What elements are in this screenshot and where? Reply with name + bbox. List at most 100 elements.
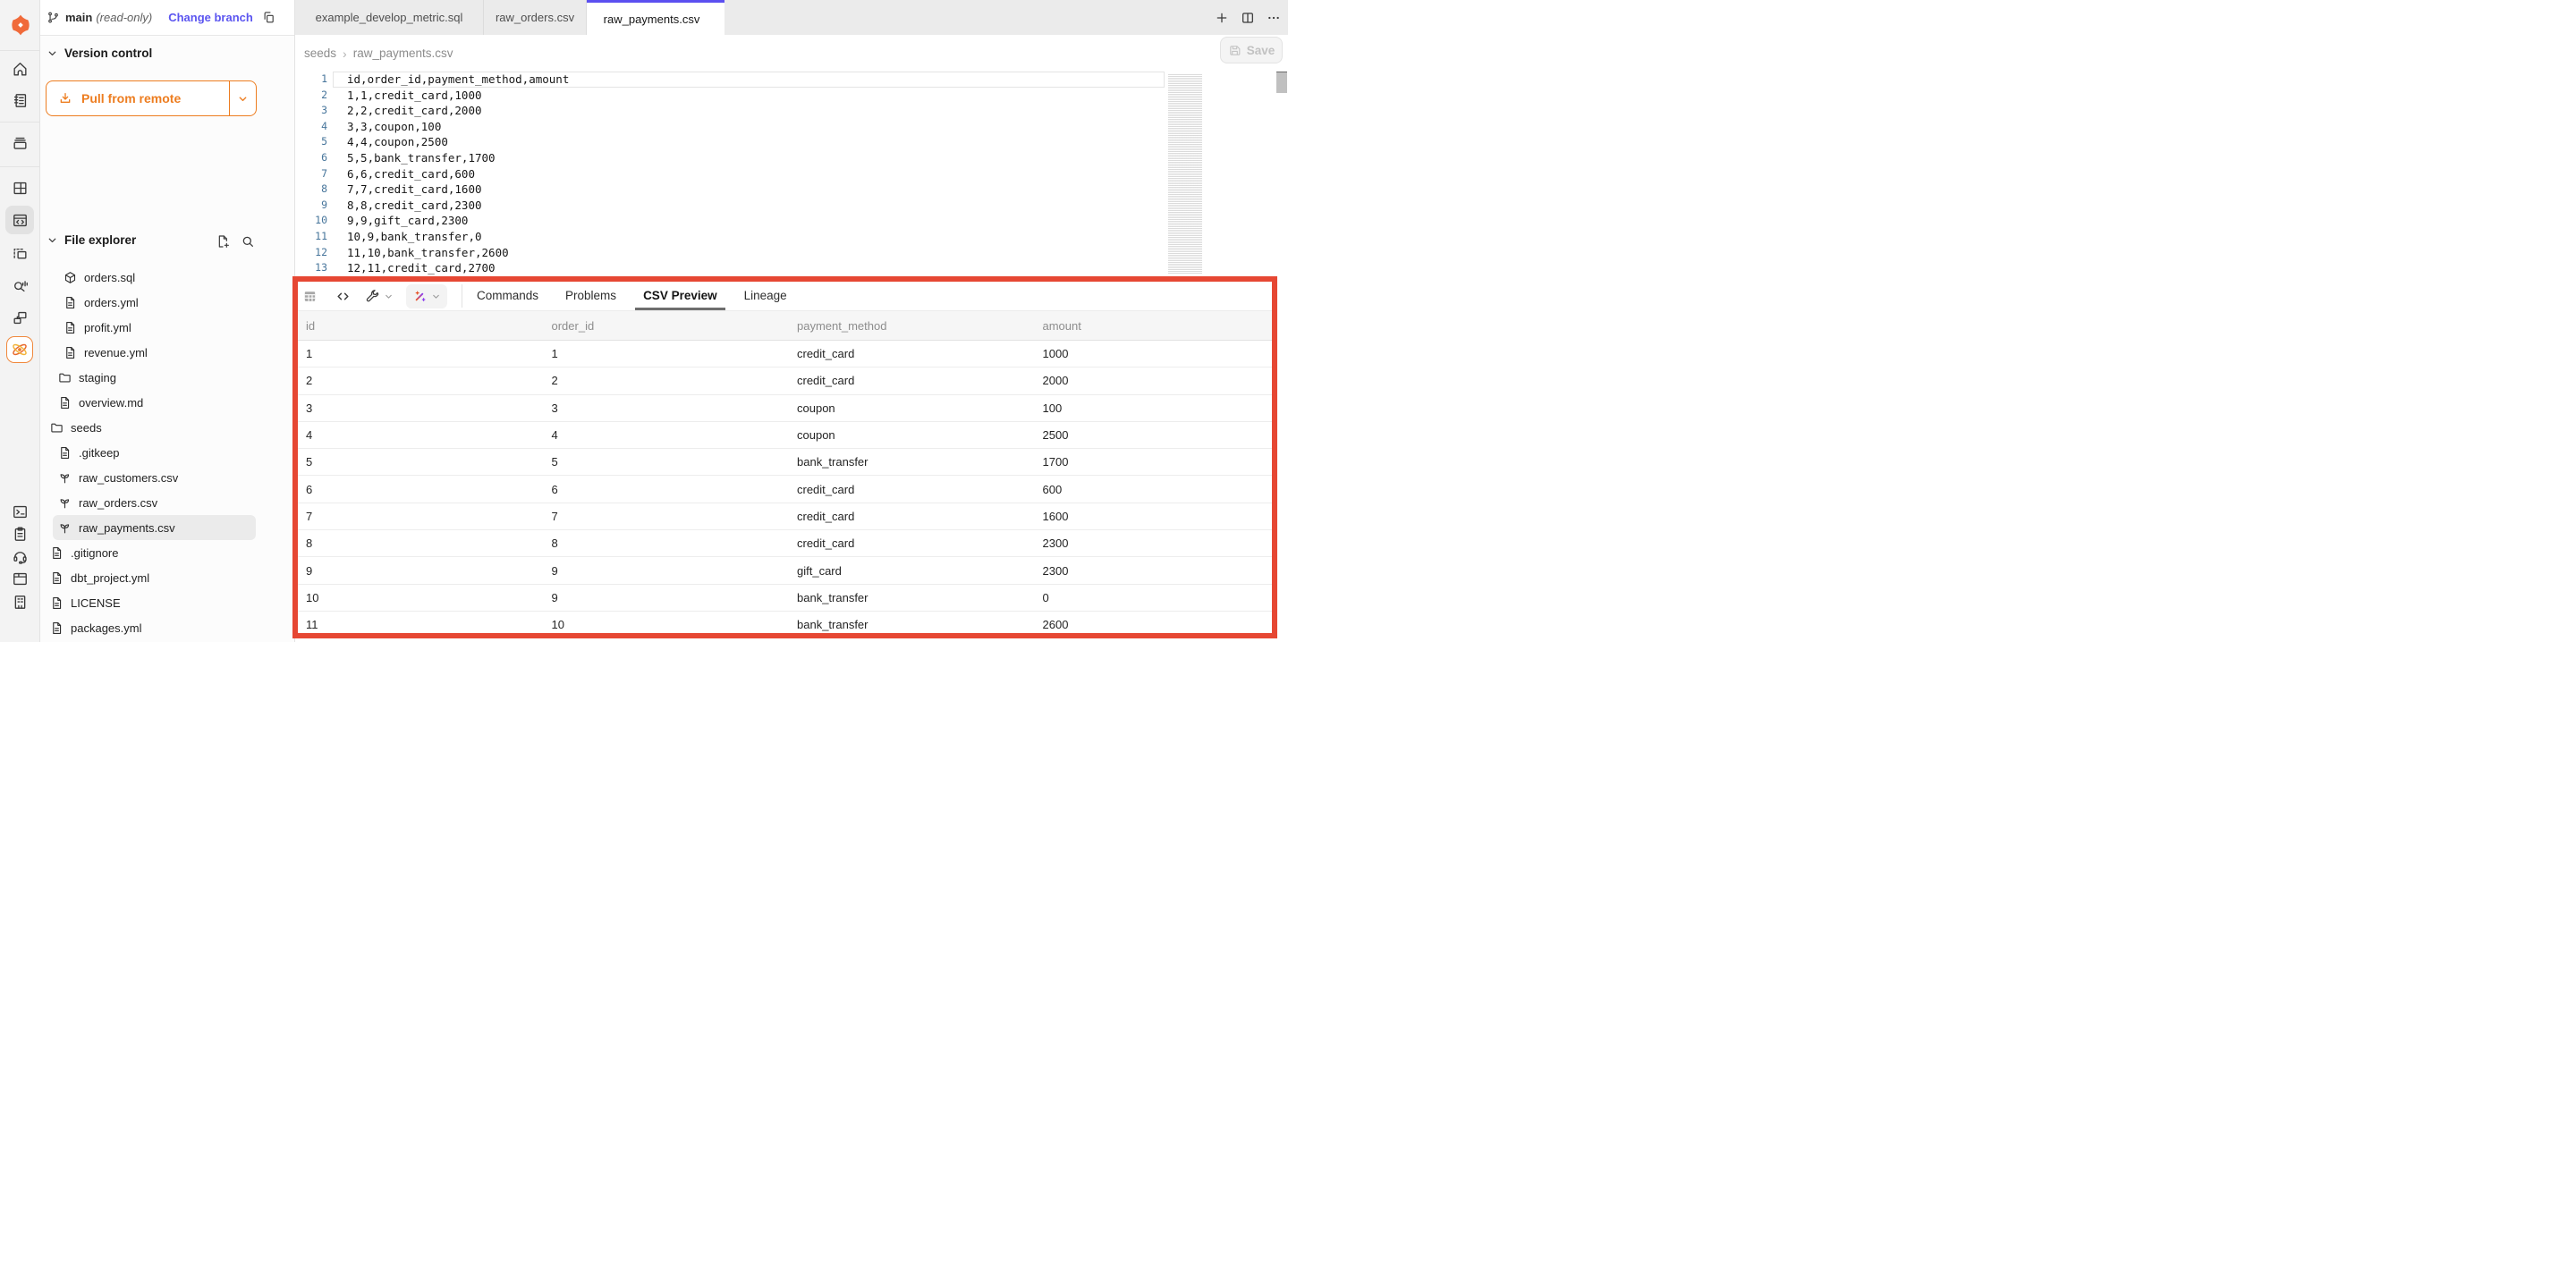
code-line[interactable]: 11 10,9,bank_transfer,0 bbox=[295, 229, 1288, 245]
cell-order-id: 9 bbox=[541, 564, 787, 578]
panel-tab-lineage[interactable]: Lineage bbox=[744, 282, 787, 310]
panel-tab-commands[interactable]: Commands bbox=[477, 282, 538, 310]
code-line[interactable]: 5 4,4,coupon,2500 bbox=[295, 134, 1288, 150]
scrollbar-thumb[interactable] bbox=[1276, 72, 1287, 93]
pull-from-remote-button[interactable]: Pull from remote bbox=[46, 80, 257, 116]
cell-order-id: 7 bbox=[541, 510, 787, 523]
version-control-header[interactable]: Version control bbox=[47, 46, 152, 60]
rail-organization-icon[interactable] bbox=[5, 587, 34, 616]
table-row[interactable]: 4 4 coupon 2500 bbox=[295, 422, 1277, 449]
code-line[interactable]: 9 8,8,credit_card,2300 bbox=[295, 198, 1288, 214]
table-row[interactable]: 6 6 credit_card 600 bbox=[295, 476, 1277, 503]
table-row[interactable]: 3 3 coupon 100 bbox=[295, 395, 1277, 422]
file-row[interactable]: LICENSE bbox=[40, 590, 295, 615]
editor-scrollbar[interactable] bbox=[1276, 72, 1287, 93]
panel-tab-csv-preview[interactable]: CSV Preview bbox=[643, 282, 717, 310]
column-header-id[interactable]: id bbox=[295, 319, 541, 333]
table-row[interactable]: 8 8 credit_card 2300 bbox=[295, 530, 1277, 557]
build-tools-button[interactable] bbox=[365, 289, 394, 304]
panel-tab-problems[interactable]: Problems bbox=[565, 282, 616, 310]
file-row[interactable]: raw_customers.csv bbox=[40, 465, 295, 490]
rail-frame-select-icon[interactable] bbox=[5, 239, 34, 267]
document-icon bbox=[64, 321, 77, 334]
compiled-code-icon[interactable] bbox=[335, 289, 351, 304]
split-editor-icon[interactable] bbox=[1241, 11, 1255, 25]
file-row[interactable]: orders.yml bbox=[40, 290, 295, 315]
column-header-order-id[interactable]: order_id bbox=[541, 319, 787, 333]
file-row[interactable]: raw_orders.csv bbox=[40, 490, 295, 515]
table-row[interactable]: 5 5 bank_transfer 1700 bbox=[295, 449, 1277, 476]
file-row[interactable]: packages.yml bbox=[40, 615, 295, 640]
table-row[interactable]: 1 1 credit_card 1000 bbox=[295, 341, 1277, 367]
rail-code-editor-icon[interactable] bbox=[5, 206, 34, 234]
version-control-title: Version control bbox=[64, 46, 152, 60]
document-icon bbox=[58, 396, 72, 410]
dbt-logo[interactable] bbox=[0, 0, 40, 51]
file-row[interactable]: .gitignore bbox=[40, 540, 295, 565]
csv-preview-table[interactable]: 1 1 credit_card 1000 2 2 credit_card 200… bbox=[295, 341, 1277, 642]
rail-notebook-icon[interactable] bbox=[5, 86, 34, 114]
new-tab-icon[interactable] bbox=[1215, 11, 1229, 25]
file-row[interactable]: seeds bbox=[40, 415, 295, 440]
minimap[interactable] bbox=[1168, 74, 1202, 275]
tab-raw-payments-active[interactable]: raw_payments.csv bbox=[587, 0, 724, 35]
code-line[interactable]: 6 5,5,bank_transfer,1700 bbox=[295, 150, 1288, 166]
code-line[interactable]: 12 11,10,bank_transfer,2600 bbox=[295, 245, 1288, 261]
line-number: 7 bbox=[295, 166, 327, 182]
cell-id: 3 bbox=[295, 401, 541, 415]
table-row[interactable]: 7 7 credit_card 1600 bbox=[295, 503, 1277, 530]
rail-home-icon[interactable] bbox=[5, 55, 34, 83]
code-line[interactable]: 1 id,order_id,payment_method,amount bbox=[295, 72, 1288, 88]
line-text: 2,2,credit_card,2000 bbox=[327, 103, 482, 119]
results-table-icon[interactable] bbox=[302, 289, 318, 304]
file-row[interactable]: overview.md bbox=[40, 390, 295, 415]
line-number: 9 bbox=[295, 198, 327, 214]
search-icon[interactable] bbox=[241, 234, 255, 249]
table-row[interactable]: 10 9 bank_transfer 0 bbox=[295, 585, 1277, 612]
new-file-icon[interactable] bbox=[216, 234, 230, 249]
tab-example-develop-metric[interactable]: example_develop_metric.sql bbox=[295, 0, 484, 35]
code-line[interactable]: 8 7,7,credit_card,1600 bbox=[295, 182, 1288, 198]
rail-archive-icon[interactable] bbox=[5, 129, 34, 157]
more-options-icon[interactable] bbox=[1267, 11, 1281, 25]
table-row[interactable]: 11 10 bank_transfer 2600 bbox=[295, 612, 1277, 638]
change-branch-link[interactable]: Change branch bbox=[168, 11, 253, 24]
cell-payment-method: bank_transfer bbox=[786, 591, 1032, 604]
code-editor[interactable]: 1 id,order_id,payment_method,amount 2 1,… bbox=[295, 72, 1288, 276]
branch-mode: (read-only) bbox=[96, 11, 152, 24]
file-row[interactable]: staging bbox=[40, 365, 295, 390]
copy-icon[interactable] bbox=[262, 11, 275, 24]
breadcrumb: seeds › raw_payments.csv bbox=[304, 35, 453, 72]
pull-options-caret[interactable] bbox=[229, 81, 256, 115]
rail-windows-icon[interactable] bbox=[5, 303, 34, 332]
panel-tabs: Commands Problems CSV Preview Lineage bbox=[477, 282, 787, 310]
code-line[interactable]: 10 9,9,gift_card,2300 bbox=[295, 213, 1288, 229]
file-row[interactable]: raw_payments.csv bbox=[53, 515, 256, 540]
code-line[interactable]: 7 6,6,credit_card,600 bbox=[295, 166, 1288, 182]
file-row[interactable]: orders.sql bbox=[40, 265, 295, 290]
rail-explore-search-icon[interactable] bbox=[5, 270, 34, 299]
file-row[interactable]: .gitkeep bbox=[40, 440, 295, 465]
breadcrumb-file: raw_payments.csv bbox=[353, 46, 453, 60]
file-row[interactable]: dbt_project.yml bbox=[40, 565, 295, 590]
rail-ai-copilot-icon[interactable] bbox=[5, 335, 34, 364]
file-explorer-header[interactable]: File explorer bbox=[47, 233, 136, 247]
code-line[interactable]: 3 2,2,credit_card,2000 bbox=[295, 103, 1288, 119]
table-row[interactable]: 9 9 gift_card 2300 bbox=[295, 557, 1277, 584]
file-row[interactable]: profit.yml bbox=[40, 315, 295, 340]
code-line[interactable]: 4 3,3,coupon,100 bbox=[295, 119, 1288, 135]
code-line[interactable]: 2 1,1,credit_card,1000 bbox=[295, 88, 1288, 104]
file-row[interactable]: revenue.yml bbox=[40, 340, 295, 365]
code-line[interactable]: 13 12,11,credit_card,2700 bbox=[295, 260, 1288, 276]
cell-payment-method: bank_transfer bbox=[786, 618, 1032, 631]
table-row[interactable]: 2 2 credit_card 2000 bbox=[295, 367, 1277, 394]
ai-wand-button[interactable] bbox=[406, 284, 447, 308]
save-button[interactable]: Save bbox=[1220, 37, 1283, 63]
cell-order-id: 2 bbox=[541, 374, 787, 387]
tab-raw-orders[interactable]: raw_orders.csv bbox=[484, 0, 587, 35]
rail-dashboard-icon[interactable] bbox=[5, 173, 34, 202]
breadcrumb-folder[interactable]: seeds bbox=[304, 46, 336, 60]
column-header-payment-method[interactable]: payment_method bbox=[786, 319, 1032, 333]
column-header-amount[interactable]: amount bbox=[1032, 319, 1278, 333]
chevron-down-icon bbox=[47, 234, 58, 246]
